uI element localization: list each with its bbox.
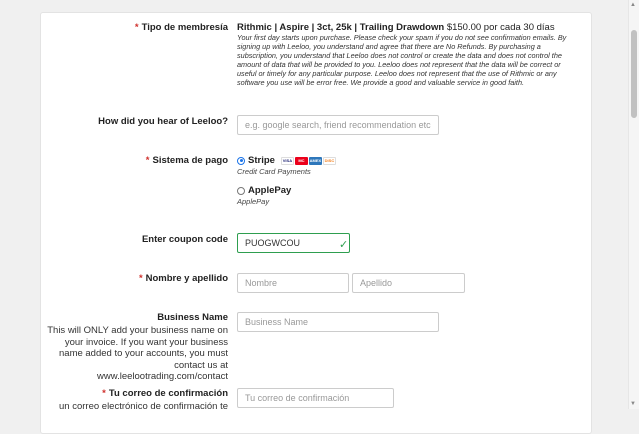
email-help: un correo electrónico de confirmación te <box>59 401 228 412</box>
page-scrollbar[interactable]: ▲ ▼ <box>628 0 639 409</box>
applepay-label: ApplePay <box>248 185 292 196</box>
scroll-up-icon[interactable]: ▲ <box>630 2 636 8</box>
membership-label-text: Tipo de membresía <box>141 22 228 33</box>
first-name-input[interactable] <box>237 273 349 293</box>
business-help: This will ONLY add your business name on… <box>47 325 228 382</box>
applepay-sub: ApplePay <box>237 197 270 206</box>
last-name-input[interactable] <box>352 273 465 293</box>
email-label-text: Tu correo de confirmación <box>108 388 228 399</box>
coupon-label: Enter coupon code <box>141 234 228 245</box>
membership-label: * Tipo de membresía <box>135 22 228 33</box>
membership-plan-name: Rithmic | Aspire | 3ct, 25k | Trailing D… <box>237 22 445 33</box>
membership-plan-price: $150.00 por cada 30 días <box>444 22 555 33</box>
payment-label: * Sistema de pago <box>146 155 228 166</box>
scroll-down-icon[interactable]: ▼ <box>630 401 636 407</box>
required-mark: * <box>134 22 139 33</box>
stripe-label: Stripe <box>248 155 275 166</box>
stripe-radio[interactable] <box>237 156 245 165</box>
mastercard-icon: MC <box>294 156 308 165</box>
payment-option-stripe[interactable]: Stripe VISA MC AMEX DISC <box>237 155 336 166</box>
applepay-radio[interactable] <box>237 186 245 195</box>
discover-icon: DISC <box>322 156 336 165</box>
name-label-text: Nombre y apellido <box>145 273 228 284</box>
scrollbar-thumb[interactable] <box>631 30 637 118</box>
business-name-input[interactable] <box>237 312 439 332</box>
visa-icon: VISA <box>280 156 294 165</box>
required-mark: * <box>138 273 143 284</box>
name-label: * Nombre y apellido <box>139 273 228 284</box>
stripe-sub: Credit Card Payments <box>237 167 311 176</box>
hear-label: How did you hear of Leeloo? <box>98 116 228 127</box>
email-input[interactable] <box>237 388 394 408</box>
check-icon: ✓ <box>339 239 349 251</box>
business-label: Business Name <box>157 312 228 323</box>
payment-option-applepay[interactable]: ApplePay <box>237 185 291 196</box>
coupon-input[interactable] <box>237 233 350 253</box>
amex-icon: AMEX <box>308 156 322 165</box>
required-mark: * <box>145 155 150 166</box>
payment-label-text: Sistema de pago <box>152 155 229 166</box>
required-mark: * <box>102 388 106 399</box>
membership-plan: Rithmic | Aspire | 3ct, 25k | Trailing D… <box>237 22 555 33</box>
hear-input[interactable] <box>237 115 439 135</box>
membership-disclaimer: Your first day starts upon purchase. Ple… <box>237 33 567 87</box>
email-label: * Tu correo de confirmación <box>102 388 228 399</box>
card-brand-icons: VISA MC AMEX DISC <box>280 156 336 165</box>
